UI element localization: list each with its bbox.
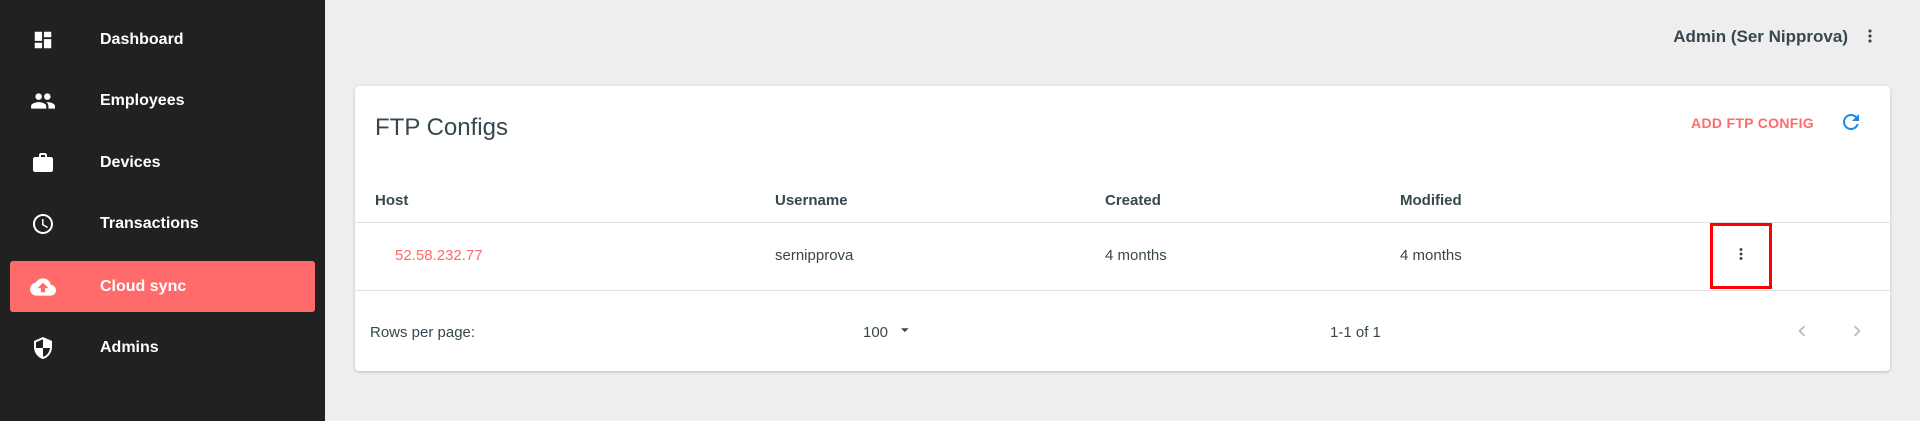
sidebar-item-label: Cloud sync [100,277,187,295]
sidebar-item-dashboard[interactable]: Dashboard [10,14,315,65]
page-title: FTP Configs [375,114,508,141]
refresh-button[interactable] [1838,111,1864,137]
briefcase-icon [30,150,56,176]
previous-page-button[interactable] [1790,321,1814,345]
column-header-username[interactable]: Username [775,192,848,209]
row-actions-button[interactable] [1710,223,1772,289]
rows-per-page-value: 100 [863,323,889,341]
more-vert-icon [1860,26,1880,51]
refresh-icon [1839,110,1863,139]
rows-per-page-label: Rows per page: [370,324,476,341]
more-vert-icon [1732,245,1750,268]
dashboard-icon [30,27,56,53]
modified-cell: 4 months [1400,247,1462,264]
people-icon [30,88,56,114]
sidebar-item-employees[interactable]: Employees [10,75,315,126]
column-header-modified[interactable]: Modified [1400,192,1462,209]
user-menu-button[interactable] [1858,26,1882,50]
shield-icon [30,335,56,361]
sidebar-item-devices[interactable]: Devices [10,137,315,188]
sidebar-item-transactions[interactable]: Transactions [10,198,315,249]
divider [355,290,1890,291]
chevron-left-icon [1791,320,1813,347]
host-link[interactable]: 52.58.232.77 [395,247,483,264]
sidebar-item-label: Dashboard [100,30,184,48]
chevron-right-icon [1846,320,1868,347]
rows-per-page-select[interactable]: 100 [863,320,912,344]
username-cell: sernipprova [775,247,854,264]
pagination-range: 1-1 of 1 [1330,324,1381,341]
next-page-button[interactable] [1845,321,1869,345]
created-cell: 4 months [1105,247,1167,264]
add-ftp-config-button[interactable]: ADD FTP CONFIG [1691,115,1814,131]
sidebar-item-admins[interactable]: Admins [10,322,315,373]
sidebar-item-label: Employees [100,91,185,109]
sidebar-item-label: Admins [100,338,159,356]
dropdown-arrow-icon [898,323,912,341]
sidebar-item-label: Devices [100,153,161,171]
cloud-upload-icon [30,274,56,300]
sidebar: Dashboard Employees Devices Transactions… [0,0,325,421]
column-header-created[interactable]: Created [1105,192,1161,209]
divider [355,222,1890,223]
column-header-host[interactable]: Host [375,192,408,209]
user-name: Admin (Ser Nipprova) [1673,27,1848,46]
clock-icon [30,211,56,237]
ftp-configs-card: FTP Configs ADD FTP CONFIG Host Username… [355,86,1890,371]
sidebar-item-cloud-sync[interactable]: Cloud sync [10,261,315,312]
sidebar-item-label: Transactions [100,214,199,232]
